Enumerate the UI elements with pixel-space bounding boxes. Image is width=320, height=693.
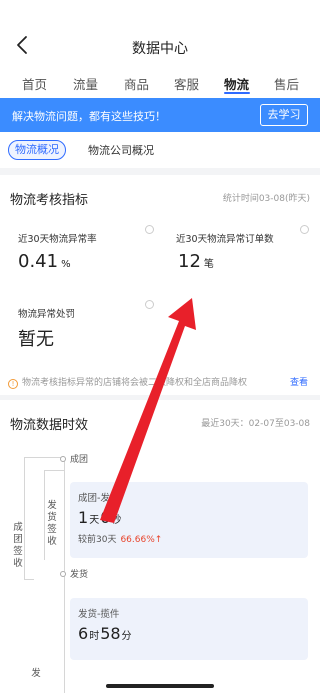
metric-label-exception-rate: 近30天物流异常率 <box>18 234 97 245</box>
learn-button[interactable]: 去学习 <box>260 104 308 126</box>
stage-title: 成团-发货 <box>78 493 120 504</box>
tab-after-sales[interactable]: 售后 <box>274 74 299 93</box>
node-dot <box>60 456 66 462</box>
timeliness-title: 物流数据时效 <box>10 418 89 433</box>
assessment-title: 物流考核指标 <box>10 193 89 208</box>
stage-title: 发货-揽件 <box>78 609 120 620</box>
tab-traffic[interactable]: 流量 <box>73 74 98 93</box>
info-icon[interactable] <box>145 225 154 234</box>
top-bar: 数据中心 <box>0 0 320 64</box>
metric-value-exception-orders: 12 笔 <box>178 251 214 272</box>
timeline-line <box>24 457 25 579</box>
stage-card-ship-to-pickup[interactable]: 发货-揽件 6时58分 <box>70 598 308 660</box>
sub-tab-bar: 物流概况 物流公司概况 <box>0 132 320 168</box>
label-ship-to-receive: 发货签收 <box>47 500 57 547</box>
info-icon[interactable] <box>300 225 309 234</box>
timeline-connector <box>24 457 64 458</box>
stage-duration: 6时58分 <box>78 624 132 643</box>
notice-text: 物流考核指标异常的店铺将会被二级降权和全店商品降权 <box>22 378 248 388</box>
stage-duration: 1天0秒 <box>78 508 122 527</box>
label-group-to-receive: 成团签收 <box>13 522 23 569</box>
timeline-connector <box>44 470 64 471</box>
stage-compare: 较前30天 66.66%↑ <box>78 535 163 545</box>
timeline-connector <box>24 579 34 580</box>
timeline-node-group: 成团 <box>60 452 88 465</box>
banner-text: 解决物流问题，都有这些技巧！ <box>12 110 166 123</box>
stat-time: 统计时间03-08(昨天) <box>222 194 310 204</box>
tab-products[interactable]: 商品 <box>124 74 149 93</box>
info-icon[interactable] <box>145 300 154 309</box>
assessment-notice: ! 物流考核指标异常的店铺将会被二级降权和全店商品降权 查看 <box>8 375 312 389</box>
metric-value-exception-rate: 0.41% <box>18 251 71 272</box>
label-ship: 发 <box>31 668 41 679</box>
tab-customer-service[interactable]: 客服 <box>174 74 199 93</box>
tab-logistics[interactable]: 物流 <box>224 74 249 93</box>
assessment-card: 物流考核指标 统计时间03-08(昨天) 近30天物流异常率 0.41% 近30… <box>0 175 320 395</box>
page-title: 数据中心 <box>132 41 188 57</box>
metric-label-penalty: 物流异常处罚 <box>18 309 76 320</box>
timeliness-range: 最近30天：02-07至03-08 <box>201 419 310 429</box>
home-indicator <box>106 684 214 688</box>
metric-value-penalty: 暂无 <box>18 329 54 350</box>
timeliness-card: 物流数据时效 最近30天：02-07至03-08 成团签收 发货签收 发 成团 … <box>0 400 320 693</box>
promo-banner: 解决物流问题，都有这些技巧！ 去学习 <box>0 98 320 132</box>
warning-circle-icon: ! <box>8 379 18 389</box>
stage-card-group-to-ship[interactable]: 成团-发货 1天0秒 较前30天 66.66%↑ <box>70 482 308 558</box>
metric-label-exception-orders: 近30天物流异常订单数 <box>176 234 274 245</box>
subtab-carrier-overview[interactable]: 物流公司概况 <box>88 142 154 158</box>
view-link[interactable]: 查看 <box>290 375 308 388</box>
timeline-line <box>44 470 45 560</box>
node-dot <box>60 571 66 577</box>
data-center-page: 数据中心 首页 流量 商品 客服 物流 售后 解决物流问题，都有这些技巧！ 去学… <box>0 0 320 693</box>
timeline-node-ship: 发货 <box>60 567 88 580</box>
tab-home[interactable]: 首页 <box>22 74 47 93</box>
tab-bar: 首页 流量 商品 客服 物流 售后 <box>0 64 320 98</box>
subtab-logistics-overview[interactable]: 物流概况 <box>8 140 66 160</box>
active-tab-indicator <box>224 92 250 94</box>
